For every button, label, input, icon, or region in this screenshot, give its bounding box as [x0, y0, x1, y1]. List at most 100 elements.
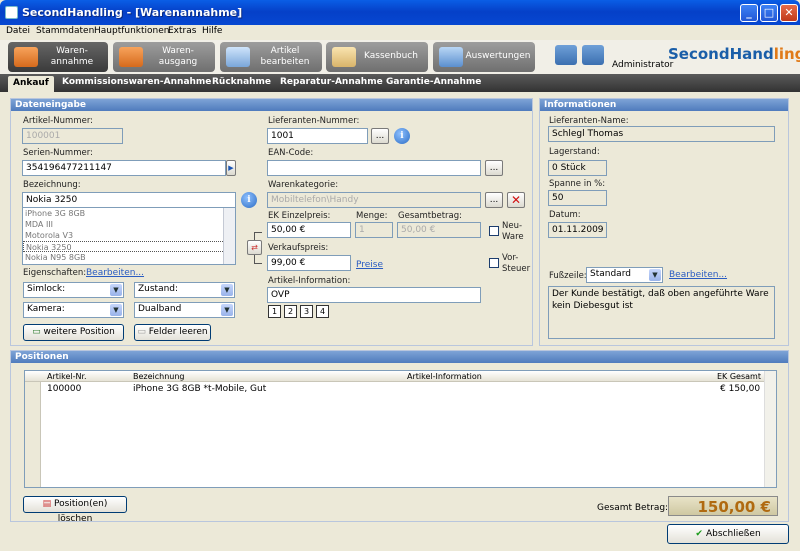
col-artikel-nr[interactable]: Artikel-Nr.: [47, 372, 87, 381]
window-title: SecondHandling - [Warenannahme]: [22, 6, 243, 19]
lieferanten-nr-label: Lieferanten-Nummer:: [268, 116, 360, 126]
cell-bezeichnung: iPhone 3G 8GB *t-Mobile, Gut: [133, 384, 267, 394]
dualband-select[interactable]: Dualband ▼: [134, 302, 235, 318]
menu-hauptfunktionen[interactable]: Hauptfunktionen: [94, 26, 170, 36]
ean-field[interactable]: [267, 160, 481, 176]
maximize-button[interactable]: □: [760, 4, 778, 22]
fusszeile-text[interactable]: Der Kunde bestätigt, daß oben angeführte…: [548, 286, 775, 339]
bezeichnung-field[interactable]: Nokia 3250: [22, 192, 236, 208]
row-header-column: [25, 382, 41, 487]
warenannahme-button[interactable]: Waren- annahme: [8, 42, 108, 72]
col-ek-gesamt[interactable]: EK Gesamt: [717, 372, 761, 381]
simlock-select[interactable]: Simlock: ▼: [23, 282, 124, 298]
tab-garantie[interactable]: Garantie-Annahme: [386, 77, 481, 91]
title-bar: SecondHandling - [Warenannahme] _ □ ✕: [0, 0, 800, 26]
bezeichnung-suggest-list[interactable]: iPhone 3G 8GB MDA III Motorola V3 Nokia …: [22, 207, 236, 265]
boxes-icon: [14, 47, 38, 67]
vorsteuer-checkbox[interactable]: [489, 258, 499, 268]
col-artikel-info[interactable]: Artikel-Information: [407, 372, 482, 381]
tab-reparatur[interactable]: Reparatur-Annahme: [280, 77, 383, 91]
suggest-scrollbar[interactable]: [223, 208, 235, 264]
warenausgang-button[interactable]: Waren- ausgang: [113, 42, 215, 72]
vk-field[interactable]: 99,00 €: [267, 255, 351, 271]
check-icon: ✔: [695, 529, 706, 539]
ek-field[interactable]: 50,00 €: [267, 222, 351, 238]
eigenschaften-edit-link[interactable]: Bearbeiten...: [86, 268, 144, 278]
info-page-2[interactable]: 2: [284, 305, 297, 318]
gesamtbetrag-field[interactable]: 50,00 €: [397, 222, 481, 238]
menu-hilfe[interactable]: Hilfe: [202, 26, 222, 36]
chevron-down-icon: ▼: [221, 284, 233, 296]
lieferanten-name-field: Schlegl Thomas: [548, 126, 775, 142]
chart-icon: [439, 47, 463, 67]
menu-stammdaten[interactable]: Stammdaten: [36, 26, 94, 36]
user-switch-icon[interactable]: [555, 45, 577, 65]
tab-ankauf[interactable]: Ankauf: [8, 76, 54, 92]
boxes-out-icon: [119, 47, 143, 67]
kamera-select[interactable]: Kamera: ▼: [23, 302, 124, 318]
user-settings-icon[interactable]: [582, 45, 604, 65]
warenkategorie-clear-icon[interactable]: ✕: [507, 192, 525, 208]
artikel-info-label: Artikel-Information:: [268, 276, 351, 286]
spanne-field: 50: [548, 190, 607, 206]
calculate-price-icon[interactable]: ⇄: [247, 240, 262, 255]
felder-leeren-button[interactable]: ▭ Felder leeren: [134, 324, 211, 341]
fusszeile-edit-link[interactable]: Bearbeiten...: [669, 270, 727, 280]
ean-label: EAN-Code:: [268, 148, 314, 158]
app-icon: [5, 6, 18, 19]
menu-extras[interactable]: Extras: [168, 26, 196, 36]
warenkategorie-browse-button[interactable]: ...: [485, 192, 503, 208]
menu-datei[interactable]: Datei: [6, 26, 30, 36]
preise-link[interactable]: Preise: [356, 260, 383, 270]
menge-field[interactable]: 1: [355, 222, 393, 238]
abschliessen-button[interactable]: ✔ Abschließen: [667, 524, 789, 544]
info-page-1[interactable]: 1: [268, 305, 281, 318]
list-item[interactable]: Nokia N95 8GB: [23, 252, 235, 263]
ean-browse-button[interactable]: ...: [485, 160, 503, 176]
cell-nr: 100000: [47, 384, 82, 394]
tab-kommission[interactable]: Kommissionswaren-Annahme: [62, 77, 211, 91]
list-item[interactable]: Nokia 3250: [23, 241, 235, 252]
close-button[interactable]: ✕: [780, 4, 798, 22]
warenkategorie-label: Warenkategorie:: [268, 180, 339, 190]
lieferant-info-icon[interactable]: i: [394, 128, 410, 144]
dateneingabe-header: Dateneingabe: [11, 99, 532, 111]
positionen-table[interactable]: Artikel-Nr. Bezeichnung Artikel-Informat…: [24, 370, 777, 488]
col-bezeichnung[interactable]: Bezeichnung: [133, 372, 185, 381]
serien-arrow-button[interactable]: ▶: [226, 160, 236, 176]
zustand-select[interactable]: Zustand: ▼: [134, 282, 235, 298]
tab-ruecknahme[interactable]: Rücknahme: [212, 77, 271, 91]
artikel-bearbeiten-button[interactable]: Artikel bearbeiten: [220, 42, 322, 72]
artikel-nr-field[interactable]: 100001: [22, 128, 123, 144]
list-item[interactable]: Motorola V3: [23, 230, 235, 241]
gesamtbetrag-label: Gesamtbetrag:: [398, 211, 462, 221]
bezeichnung-info-icon[interactable]: i: [241, 192, 257, 208]
artikel-info-field[interactable]: OVP: [267, 287, 481, 303]
spanne-label: Spanne in %:: [549, 179, 606, 189]
positionen-loeschen-button[interactable]: ▤ Position(en) löschen: [23, 496, 127, 524]
menge-label: Menge:: [356, 211, 388, 221]
menu-bar: Datei Stammdaten Hauptfunktionen Extras …: [0, 25, 800, 39]
lieferant-browse-button[interactable]: ...: [371, 128, 389, 144]
list-item[interactable]: MDA III: [23, 219, 235, 230]
list-item[interactable]: iPhone 3G 8GB: [23, 208, 235, 219]
lieferanten-nr-field[interactable]: 1001: [267, 128, 368, 144]
weitere-position-button[interactable]: ▭ weitere Position: [23, 324, 124, 341]
neuware-checkbox[interactable]: [489, 226, 499, 236]
info-page-3[interactable]: 3: [300, 305, 313, 318]
warenkategorie-field[interactable]: Mobiltelefon\Handy: [267, 192, 481, 208]
minimize-button[interactable]: _: [740, 4, 758, 22]
table-scrollbar[interactable]: [764, 371, 776, 487]
auswertungen-button[interactable]: Auswertungen: [433, 42, 535, 72]
info-page-4[interactable]: 4: [316, 305, 329, 318]
cell-ek: € 150,00: [720, 384, 761, 394]
kassenbuch-button[interactable]: Kassenbuch: [326, 42, 428, 72]
gesamt-betrag-value: 150,00 €: [668, 496, 778, 516]
fusszeile-select[interactable]: Standard ▼: [586, 267, 663, 283]
lieferanten-name-label: Lieferanten-Name:: [549, 116, 629, 126]
ek-label: EK Einzelpreis:: [268, 211, 331, 221]
serien-nr-field[interactable]: 354196477211147: [22, 160, 226, 176]
eigenschaften-label: Eigenschaften:: [23, 268, 87, 278]
table-row[interactable]: ▶ 100000 iPhone 3G 8GB *t-Mobile, Gut € …: [25, 383, 776, 397]
chevron-down-icon: ▼: [649, 269, 661, 281]
